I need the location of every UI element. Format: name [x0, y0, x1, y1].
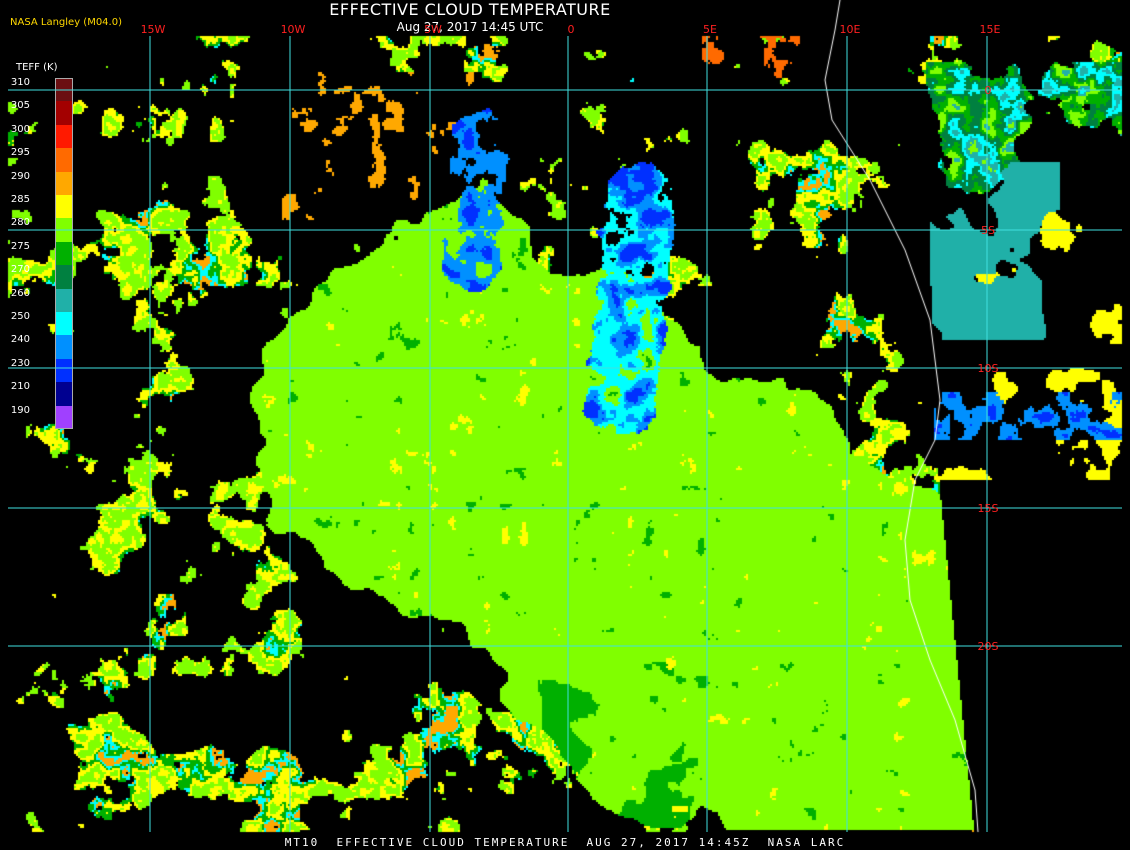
longitude-label: 5E [703, 23, 717, 36]
latitude-label: 10S [978, 362, 999, 375]
latitude-label: 20S [978, 640, 999, 653]
longitude-label: 15W [141, 23, 166, 36]
latitude-label: 5S [981, 224, 995, 237]
longitude-label: 15E [980, 23, 1001, 36]
longitude-label: 0 [568, 23, 575, 36]
latitude-label: 0 [985, 84, 992, 97]
longitude-label: 5W [424, 23, 442, 36]
longitude-label: 10W [281, 23, 306, 36]
lat-lon-grid: 15W 10W 5W 0 5E 10E 15E 0 5S 10S 15S 20S [8, 23, 1122, 832]
latitude-label: 15S [978, 502, 999, 515]
longitude-label: 10E [840, 23, 861, 36]
